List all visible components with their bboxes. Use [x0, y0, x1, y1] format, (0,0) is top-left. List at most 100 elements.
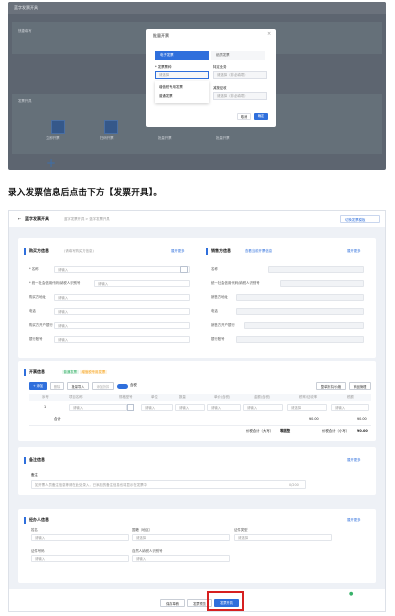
item-qty-input[interactable]: 请输入: [207, 404, 241, 411]
cancel-button[interactable]: 取消: [237, 113, 251, 120]
accent-bar: [206, 248, 208, 255]
column-header: 项目名称: [69, 395, 83, 399]
item-price-input[interactable]: 请输入: [243, 404, 283, 411]
column-header: 规格型号: [119, 395, 133, 399]
instruction-caption: 录入发票信息后点击下方【发票开具】。: [8, 188, 163, 198]
buyer-phone-input[interactable]: 请输入: [54, 308, 190, 315]
tab-paper[interactable]: 纸质发票: [211, 51, 265, 60]
grand-total-caps: 零圆整: [280, 429, 291, 433]
item-lookup-icon[interactable]: [127, 404, 134, 411]
char-counter: 0/200: [289, 482, 299, 487]
delete-row-button[interactable]: 删除: [50, 382, 64, 390]
remarks-textarea[interactable]: 如开票人员备注信息等请在此处录入，已添加的备注信息也将显示在发票中 0/200: [31, 480, 306, 489]
field-label: * 名称: [29, 267, 39, 271]
handler-idtype-select[interactable]: 请选择: [234, 534, 332, 541]
add-icon[interactable]: +: [46, 157, 56, 169]
handler-card: 经办人信息 展开更多 姓名 请输入 国籍（地区） 请选择 证件类型 请选择 证件…: [18, 509, 376, 583]
party-card: 购买方信息 (请填写购买方信息) 展开更多 * 名称 请输入 * 统一社会信用代…: [18, 238, 376, 358]
toggle-label: 含税: [130, 383, 137, 387]
item-tax-input[interactable]: 请输入: [331, 404, 369, 411]
handler-name-input[interactable]: 请输入: [31, 534, 129, 541]
issue-invoice-button[interactable]: 发票开具: [214, 599, 239, 607]
import-button[interactable]: 批量导入: [67, 382, 89, 390]
field-label: 证件类型: [234, 528, 248, 532]
buyer-address-input[interactable]: 请输入: [54, 294, 190, 301]
field-label: 自然人纳税人识别号: [132, 549, 163, 553]
whole-discount-button[interactable]: 整单折扣/价格: [316, 382, 346, 390]
column-header: 单价(含税): [214, 395, 231, 399]
table-row: 1 请输入 请输入 请输入 请输入 请输入 请选择 请输入: [29, 402, 371, 413]
item-taxrate-select[interactable]: 请选择: [287, 404, 327, 411]
column-header: 税率/征收率: [299, 395, 318, 399]
ok-button[interactable]: 确定: [254, 113, 268, 120]
seller-account-field[interactable]: [236, 336, 364, 343]
special-business-select[interactable]: 请选择（非必填项）: [213, 71, 267, 79]
back-icon[interactable]: ←: [18, 217, 21, 221]
field-label: 电话: [211, 309, 218, 313]
buyer-expand-link[interactable]: 展开更多: [171, 249, 185, 253]
field-label: 销售方开户银行: [211, 323, 235, 327]
accent-bar: [24, 517, 26, 524]
buyer-title: 购买方信息: [29, 248, 49, 253]
column-header: 金额(含税): [254, 395, 271, 399]
batch-dialog: 批量开票 × 电子发票 纸质发票 * 发票票种 请选择 特定业务 请选择（非必填…: [146, 29, 276, 127]
row-index: 1: [44, 405, 47, 409]
feature-label: 批量开票: [158, 136, 172, 140]
seller-title: 销售方信息: [211, 248, 231, 253]
dropdown-option[interactable]: 增值税专用发票: [159, 85, 183, 89]
buyer-bank-input[interactable]: 请输入: [54, 322, 190, 329]
feature-icon[interactable]: [104, 120, 118, 134]
seller-phone-field: [236, 308, 364, 315]
switch-template-button[interactable]: 切换发票模板: [340, 215, 380, 223]
grand-total-small-label: 价税合计（小写）: [322, 429, 350, 433]
feature-label: 扫码开票: [100, 136, 114, 140]
buyer-account-input[interactable]: 请输入: [54, 336, 190, 343]
field-label: 销售方地址: [211, 295, 228, 299]
save-draft-button[interactable]: 保存草稿: [160, 599, 185, 607]
seller-expand-link[interactable]: 展开更多: [347, 249, 361, 253]
accent-bar: [24, 457, 26, 464]
feature-label: 立即开票: [46, 136, 60, 140]
reduced-levy-select[interactable]: 请选择（非必填项）: [213, 92, 267, 100]
section-title: 发票开具: [18, 99, 32, 103]
feature-label: 批量开票: [216, 136, 230, 140]
handler-taxid-input[interactable]: 请输入: [132, 555, 230, 562]
dialog-title: 批量开票: [153, 33, 169, 38]
items-card: 开票信息 普通发票 增值税专用发票 + 添加 删除 批量导入 添加折扣 含税 整…: [18, 361, 376, 441]
field-label: * 统一社会信用代码/纳税人识别号: [29, 281, 81, 285]
goods-manage-button[interactable]: 商品管理: [349, 382, 371, 390]
total-amount: ¥0.00: [309, 417, 319, 421]
app-title: 蓝字发票开具: [14, 5, 38, 10]
dialog-screenshot: 蓝字发票开具 快捷填写 发票开具 立即开票 扫码开票 批量开票 批量开票 + 批…: [8, 2, 386, 170]
table-header: 序号 项目名称 规格型号 单位 数量 单价(含税) 金额(含税) 税率/征收率 …: [29, 394, 371, 401]
buyer-hint: (请填写购买方信息): [64, 249, 94, 253]
seller-hint-link[interactable]: 查看当前开票信息: [245, 249, 272, 253]
handler-expand-link[interactable]: 展开更多: [347, 518, 361, 522]
close-icon[interactable]: ×: [267, 32, 271, 37]
remarks-card: 备注信息 展开更多 备注 如开票人员备注信息等请在此处录入，已添加的备注信息也将…: [18, 447, 376, 495]
handler-nationality-select[interactable]: 请选择: [132, 534, 230, 541]
section-title: 快捷填写: [18, 29, 32, 33]
item-spec-input[interactable]: 请输入: [141, 404, 173, 411]
add-row-button[interactable]: + 添加: [29, 382, 47, 390]
buyer-taxid-input[interactable]: 请输入: [94, 280, 190, 287]
remarks-expand-link[interactable]: 展开更多: [347, 458, 361, 462]
lookup-icon[interactable]: [180, 266, 188, 273]
item-name-input[interactable]: 请输入: [69, 404, 127, 411]
seller-address-field: [236, 294, 364, 301]
item-unit-input[interactable]: 请输入: [175, 404, 205, 411]
tax-included-toggle[interactable]: [117, 383, 128, 389]
invoice-type-select[interactable]: 请选择: [155, 71, 209, 79]
handler-idnumber-input[interactable]: 请输入: [31, 555, 129, 562]
add-discount-button[interactable]: 添加折扣: [92, 382, 114, 390]
total-tax: ¥0.00: [357, 417, 367, 421]
feature-icon[interactable]: [51, 120, 65, 134]
field-label: 减按征收: [213, 86, 227, 90]
dropdown-option[interactable]: 普通发票: [159, 94, 173, 98]
status-icon: ●: [349, 591, 354, 597]
column-header: 单位: [151, 395, 158, 399]
tab-electronic[interactable]: 电子发票: [155, 51, 209, 60]
buyer-name-input[interactable]: 请输入: [54, 266, 190, 273]
field-label: 姓名: [31, 528, 38, 532]
seller-bank-field[interactable]: [244, 322, 364, 329]
